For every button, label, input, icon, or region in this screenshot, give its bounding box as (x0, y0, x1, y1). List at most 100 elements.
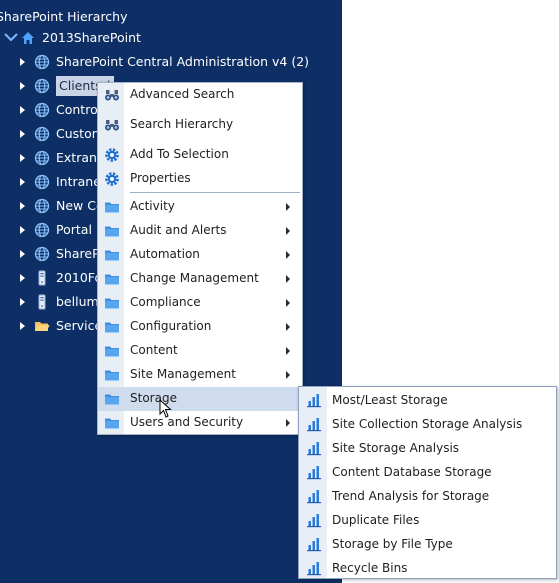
submenu-arrow-icon (286, 371, 290, 379)
tree-node-new-co[interactable]: New Co (18, 196, 104, 216)
menu-item-add-to-selection[interactable]: Add To Selection (98, 143, 302, 167)
expand-arrow-icon[interactable] (18, 273, 28, 283)
menu-item-label: Activity (130, 199, 175, 213)
folder-icon (104, 271, 120, 287)
bar-chart-icon (306, 536, 322, 552)
expand-arrow-icon[interactable] (18, 321, 28, 331)
expand-arrow-icon[interactable] (18, 177, 28, 187)
folder-icon (104, 199, 120, 215)
bar-chart-icon (306, 416, 322, 432)
menu-item-storage[interactable]: Storage (98, 387, 302, 411)
tree-node-sharepo[interactable]: SharePo (18, 244, 107, 264)
expand-arrow-icon[interactable] (18, 57, 28, 67)
collapse-arrow-icon[interactable] (4, 33, 18, 43)
menu-item-users-and-security[interactable]: Users and Security (98, 411, 302, 435)
tree-node-label: SharePoint Central Administration v4 (2) (56, 54, 310, 69)
menu-item-label: Automation (130, 247, 200, 261)
submenu-arrow-icon (286, 203, 290, 211)
bar-chart-icon (306, 488, 322, 504)
menu-item-label: Add To Selection (130, 147, 229, 161)
expand-arrow-icon[interactable] (18, 297, 28, 307)
expand-arrow-icon[interactable] (18, 201, 28, 211)
folder-icon (104, 247, 120, 263)
expand-arrow-icon[interactable] (18, 153, 28, 163)
tree-node-extranet[interactable]: Extranet (18, 148, 110, 168)
menu-separator (130, 192, 300, 193)
submenu-arrow-icon (286, 227, 290, 235)
menu-item-change-management[interactable]: Change Management (98, 267, 302, 291)
globe-icon (34, 78, 50, 94)
submenu-item-label: Trend Analysis for Storage (332, 489, 490, 503)
submenu-arrow-icon (286, 323, 290, 331)
tree-root-label: 2013SharePoint (42, 30, 141, 45)
expand-arrow-icon[interactable] (18, 129, 28, 139)
submenu-item-recycle-bins[interactable]: Recycle Bins (299, 556, 556, 580)
globe-icon (34, 102, 50, 118)
tree-title: SharePoint Hierarchy (0, 9, 128, 24)
bar-chart-icon (306, 560, 322, 576)
expand-arrow-icon[interactable] (18, 105, 28, 115)
globe-icon (34, 198, 50, 214)
bar-chart-icon (306, 392, 322, 408)
submenu-arrow-icon (286, 419, 290, 427)
tree-root-node[interactable]: 2013SharePoint (4, 28, 141, 48)
menu-item-compliance[interactable]: Compliance (98, 291, 302, 315)
menu-item-content[interactable]: Content (98, 339, 302, 363)
binoculars-icon (104, 117, 120, 133)
menu-item-site-management[interactable]: Site Management (98, 363, 302, 387)
submenu-item-content-database-storage[interactable]: Content Database Storage (299, 460, 556, 484)
menu-item-properties[interactable]: Properties (98, 167, 302, 191)
submenu-item-trend-analysis-for-storage[interactable]: Trend Analysis for Storage (299, 484, 556, 508)
menu-item-label: Configuration (130, 319, 212, 333)
submenu-item-site-collection-storage-analysis[interactable]: Site Collection Storage Analysis (299, 412, 556, 436)
folder-icon (104, 415, 120, 431)
submenu-item-label: Site Collection Storage Analysis (332, 417, 523, 431)
submenu-item-storage-by-file-type[interactable]: Storage by File Type (299, 532, 556, 556)
bar-chart-icon (306, 512, 322, 528)
globe-icon (34, 54, 50, 70)
bar-chart-icon (306, 440, 322, 456)
tree-node-portal-1[interactable]: Portal (1 (18, 220, 109, 240)
menu-item-label: Properties (130, 171, 191, 185)
gear-icon (104, 171, 120, 187)
submenu-item-site-storage-analysis[interactable]: Site Storage Analysis (299, 436, 556, 460)
folder-icon (104, 367, 120, 383)
mouse-cursor-icon (159, 399, 172, 418)
folder-icon (104, 391, 120, 407)
menu-item-automation[interactable]: Automation (98, 243, 302, 267)
globe-icon (34, 126, 50, 142)
expand-arrow-icon[interactable] (18, 225, 28, 235)
submenu-item-label: Duplicate Files (332, 513, 420, 527)
submenu-item-label: Storage by File Type (332, 537, 453, 551)
storage-submenu: Most/Least Storage Site Collection Storag… (298, 386, 557, 579)
gear-icon (104, 147, 120, 163)
menu-item-activity[interactable]: Activity (98, 195, 302, 219)
bar-chart-icon (306, 464, 322, 480)
submenu-item-most-least-storage[interactable]: Most/Least Storage (299, 388, 556, 412)
menu-item-label: Site Management (130, 367, 236, 381)
folder-icon (104, 343, 120, 359)
submenu-arrow-icon (286, 251, 290, 259)
submenu-item-label: Site Storage Analysis (332, 441, 460, 455)
tree-node-intranet[interactable]: Intranet (18, 172, 106, 192)
globe-icon (34, 246, 50, 262)
expand-arrow-icon[interactable] (18, 81, 28, 91)
tree-node-controlp[interactable]: ControlP (18, 100, 109, 120)
submenu-item-duplicate-files[interactable]: Duplicate Files (299, 508, 556, 532)
submenu-item-label: Content Database Storage (332, 465, 492, 479)
menu-item-label: Advanced Search (130, 87, 235, 101)
binoculars-icon (104, 87, 120, 103)
expand-arrow-icon[interactable] (18, 249, 28, 259)
menu-item-label: Compliance (130, 295, 201, 309)
globe-icon (34, 222, 50, 238)
tree-node-sharepoint-central-administration-v4-2[interactable]: SharePoint Central Administration v4 (2) (18, 52, 309, 72)
menu-item-advanced-search[interactable]: Advanced Search (98, 83, 302, 107)
menu-item-audit-and-alerts[interactable]: Audit and Alerts (98, 219, 302, 243)
menu-item-configuration[interactable]: Configuration (98, 315, 302, 339)
menu-item-label: Change Management (130, 271, 259, 285)
home-icon (22, 32, 34, 44)
tree-node-bellump[interactable]: bellump (18, 292, 107, 312)
submenu-arrow-icon (286, 299, 290, 307)
folder-icon (104, 319, 120, 335)
menu-item-search-hierarchy[interactable]: Search Hierarchy (98, 113, 302, 137)
